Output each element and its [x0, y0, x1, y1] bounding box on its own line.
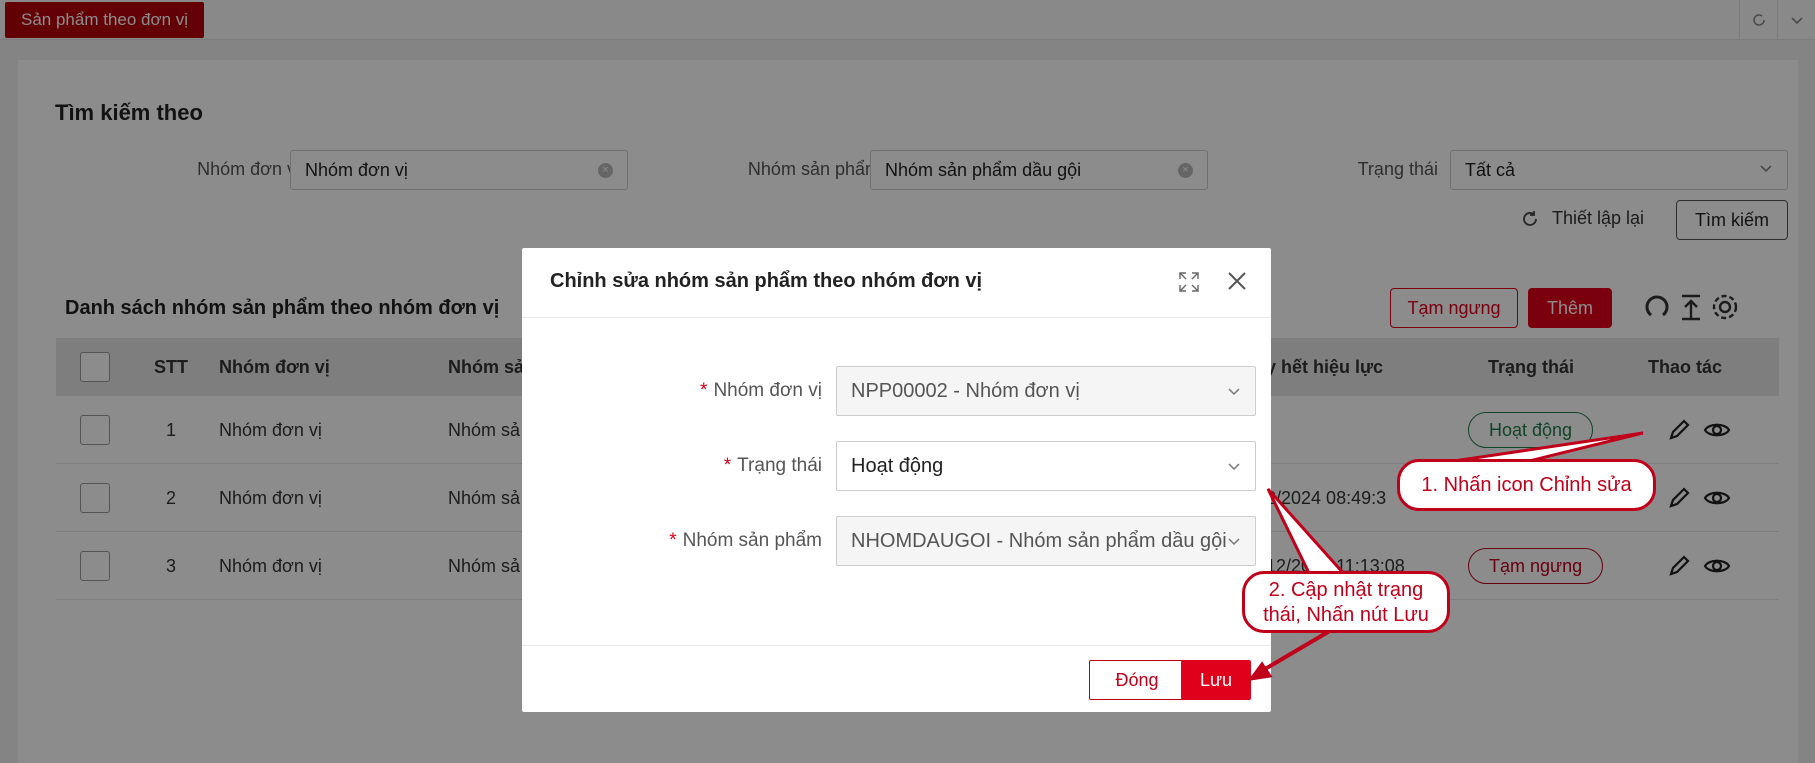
modal-product-group-value: NHOMDAUGOI - Nhóm sản phẩm dầu gội — [851, 530, 1227, 552]
expand-icon[interactable] — [1177, 270, 1201, 294]
close-button[interactable]: Đóng — [1089, 660, 1185, 700]
callout-step-2-line-2: thái, Nhấn nút Lưu — [1263, 604, 1429, 626]
chevron-down-icon — [1228, 388, 1240, 396]
edit-modal: Chỉnh sửa nhóm sản phẩm theo nhóm đơn vị… — [522, 248, 1271, 712]
modal-unit-group-select: NPP00002 - Nhóm đơn vị — [836, 366, 1256, 416]
callout-step-1: 1. Nhấn icon Chỉnh sửa — [1397, 459, 1656, 511]
callout-step-2: 2. Cập nhật trạng thái, Nhấn nút Lưu — [1242, 571, 1450, 633]
modal-status-value: Hoạt động — [851, 455, 944, 477]
modal-product-group-select: NHOMDAUGOI - Nhóm sản phẩm dầu gội — [836, 516, 1256, 566]
close-icon[interactable] — [1224, 268, 1250, 294]
modal-header: Chỉnh sửa nhóm sản phẩm theo nhóm đơn vị — [522, 248, 1271, 318]
modal-footer: Đóng Lưu — [522, 645, 1271, 712]
modal-status-label: * Trạng thái — [723, 455, 822, 476]
required-mark: * — [723, 455, 732, 476]
chevron-down-icon — [1228, 463, 1240, 471]
required-mark: * — [700, 380, 708, 401]
modal-product-group-label: * Nhóm sản phẩm — [669, 530, 822, 551]
modal-unit-group-value: NPP00002 - Nhóm đơn vị — [851, 380, 1080, 402]
callout-step-2-line-1: 2. Cập nhật trạng — [1268, 579, 1424, 601]
save-button[interactable]: Lưu — [1181, 660, 1251, 700]
modal-title: Chỉnh sửa nhóm sản phẩm theo nhóm đơn vị — [550, 270, 983, 292]
modal-status-select[interactable]: Hoạt động — [836, 441, 1256, 491]
required-mark: * — [669, 530, 677, 551]
chevron-down-icon — [1228, 538, 1240, 546]
modal-unit-group-label: * Nhóm đơn vị — [700, 380, 822, 401]
